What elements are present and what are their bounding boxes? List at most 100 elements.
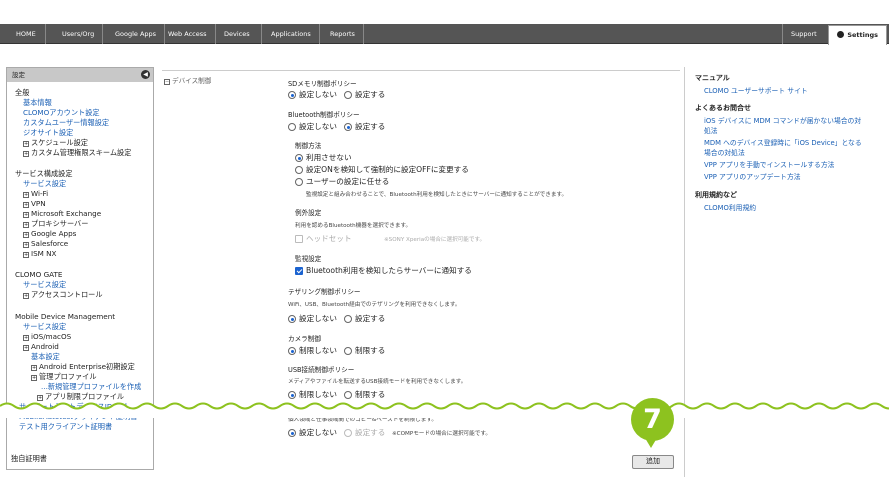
method-deny-radio[interactable]	[295, 154, 303, 162]
sidebar-item[interactable]: CLOMO GATE	[15, 270, 62, 279]
faq-link-1[interactable]: iOS デバイスに MDM コマンドが届かない場合の対	[704, 117, 861, 126]
tab-google-apps[interactable]: Google Apps	[107, 24, 166, 44]
manual-link[interactable]: CLOMO ユーザーサポート サイト	[704, 87, 808, 96]
settings-label: Settings	[847, 31, 878, 39]
sidebar-item-label: スケジュール設定	[31, 138, 88, 147]
expand-icon[interactable]: +	[23, 335, 29, 341]
sidebar-link[interactable]: ...新規管理プロファイルを作成	[41, 382, 141, 391]
sidebar-item-label: テスト用クライアント証明書	[19, 422, 113, 431]
expand-icon[interactable]: +	[23, 345, 29, 351]
sidebar-item[interactable]: サービス構成設定	[15, 169, 73, 178]
sidebar-item-label: 基本情報	[23, 98, 52, 107]
copy-setting-radio[interactable]	[344, 429, 352, 437]
expand-icon[interactable]: +	[23, 252, 29, 258]
sidebar-link[interactable]: 基本設定	[31, 352, 60, 361]
camera-no-restrict-radio[interactable]	[288, 347, 296, 355]
bt-no-setting-radio[interactable]	[288, 123, 296, 131]
tab-support[interactable]: Support	[782, 24, 825, 44]
sidebar-item[interactable]: + Android	[23, 342, 59, 351]
tab-devices[interactable]: Devices	[216, 24, 262, 44]
sidebar-item[interactable]: + スケジュール設定	[23, 138, 88, 147]
sidebar-item-label: ISM NX	[31, 249, 57, 258]
bt-setting-radio[interactable]	[344, 123, 352, 131]
tab-reports[interactable]: Reports	[322, 24, 364, 44]
tab-web-access[interactable]: Web Access	[160, 24, 216, 44]
sidebar-item[interactable]: + Android Enterprise初期設定	[31, 362, 135, 371]
sidebar-link[interactable]: ジオサイト設定	[23, 128, 73, 137]
divider	[162, 70, 680, 71]
sidebar-item-label: Android Enterprise初期設定	[39, 362, 135, 371]
sd-policy-title: SDメモリ制御ポリシー	[288, 80, 357, 88]
expand-icon[interactable]: +	[23, 192, 29, 198]
sidebar-item[interactable]: + ISM NX	[23, 249, 56, 258]
sidebar-item[interactable]: 全般	[15, 88, 29, 97]
copy-no-setting-radio[interactable]	[288, 429, 296, 437]
expand-icon[interactable]: +	[23, 222, 29, 228]
tab-users-org[interactable]: Users/Org	[54, 24, 104, 44]
camera-restrict-radio[interactable]	[344, 347, 352, 355]
sidebar-item-label: iOS/macOS	[31, 332, 72, 341]
add-button[interactable]: 追加	[632, 455, 674, 469]
sidebar-item[interactable]: + アクセスコントロール	[23, 290, 103, 299]
tab-settings[interactable]: Settings	[828, 25, 887, 45]
sidebar-link[interactable]: サービス設定	[23, 322, 66, 331]
faq-link-4[interactable]: VPP アプリのアップデート方法	[704, 173, 801, 182]
sidebar-item-label: ...新規管理プロファイルを作成	[41, 382, 142, 391]
sidebar-link[interactable]: カスタムユーザー情報設定	[23, 118, 109, 127]
tab-applications[interactable]: Applications	[263, 24, 320, 44]
expand-icon[interactable]: +	[23, 293, 29, 299]
expand-icon[interactable]: +	[23, 151, 29, 157]
tether-no-setting-radio[interactable]	[288, 315, 296, 323]
expand-icon[interactable]: +	[31, 365, 37, 371]
sidebar-link[interactable]: CLOMOアカウント設定	[23, 108, 100, 117]
sidebar-item[interactable]: + Google Apps	[23, 229, 76, 238]
sidebar-link[interactable]: サービス設定	[23, 179, 66, 188]
tab-home[interactable]: HOME	[8, 24, 46, 44]
faq-link-3[interactable]: VPP アプリを手動でインストールする方法	[704, 161, 834, 170]
tether-setting-radio[interactable]	[344, 315, 352, 323]
expand-icon[interactable]: +	[23, 202, 29, 208]
headset-note: ※SONY Xperiaの場合に選択可能です。	[384, 237, 486, 243]
manual-title: マニュアル	[695, 74, 730, 82]
sidebar-item[interactable]: + Wi-Fi	[23, 189, 48, 198]
collapse-sidebar-icon[interactable]: ◀	[141, 70, 150, 79]
faq-link-2[interactable]: MDM へのデバイス登録時に「iOS Device」となる	[704, 139, 862, 148]
faq-link-1-cont[interactable]: 処法	[704, 127, 718, 136]
sidebar-item[interactable]: 独自証明書	[11, 454, 47, 463]
expand-icon[interactable]: +	[23, 212, 29, 218]
expand-icon[interactable]: +	[23, 242, 29, 248]
section-title: − デバイス制御	[164, 77, 212, 85]
sidebar-item[interactable]: + VPN	[23, 199, 46, 208]
sidebar-item-label: Mobile Device Management	[15, 312, 116, 321]
method-force-off-radio[interactable]	[295, 166, 303, 174]
expand-icon[interactable]: +	[31, 375, 37, 381]
sidebar-item[interactable]: + カスタム管理権限スキーム設定	[23, 148, 131, 157]
headset-checkbox[interactable]	[295, 235, 303, 243]
monitor-checkbox[interactable]	[295, 267, 303, 275]
sidebar-item[interactable]: + プロキシサーバー	[23, 219, 88, 228]
sidebar-item[interactable]: + Salesforce	[23, 239, 68, 248]
sidebar-link[interactable]: テスト用クライアント証明書	[19, 422, 112, 431]
camera-no-restrict-label: 制限しない	[299, 346, 337, 355]
sidebar-link[interactable]: サービス設定	[23, 280, 66, 289]
sidebar-item[interactable]: + Microsoft Exchange	[23, 209, 101, 218]
sidebar-item[interactable]: + iOS/macOS	[23, 332, 71, 341]
expand-icon[interactable]: +	[23, 141, 29, 147]
expand-icon[interactable]: −	[164, 79, 170, 85]
sidebar-item[interactable]: + 管理プロファイル	[31, 372, 97, 381]
sd-no-setting-radio[interactable]	[288, 91, 296, 99]
sidebar-item-label: Microsoft Exchange	[31, 209, 102, 218]
sidebar-link[interactable]: 基本情報	[23, 98, 52, 107]
sidebar-item-label: アクセスコントロール	[31, 290, 103, 299]
method-user-radio[interactable]	[295, 178, 303, 186]
sidebar-item-label: 独自証明書	[11, 454, 47, 463]
sd-setting-label: 設定する	[355, 90, 386, 99]
terms-link[interactable]: CLOMO利用規約	[704, 204, 756, 213]
sidebar-item-label: サービス設定	[23, 322, 67, 331]
expand-icon[interactable]: +	[23, 232, 29, 238]
method-user-label: ユーザーの設定に任せる	[306, 177, 390, 186]
top-nav-bar: HOME Users/Org Google Apps Web Access De…	[0, 24, 889, 45]
sd-setting-radio[interactable]	[344, 91, 352, 99]
faq-link-2-cont[interactable]: 場合の対処法	[704, 149, 745, 158]
sidebar-item[interactable]: Mobile Device Management	[15, 312, 115, 321]
